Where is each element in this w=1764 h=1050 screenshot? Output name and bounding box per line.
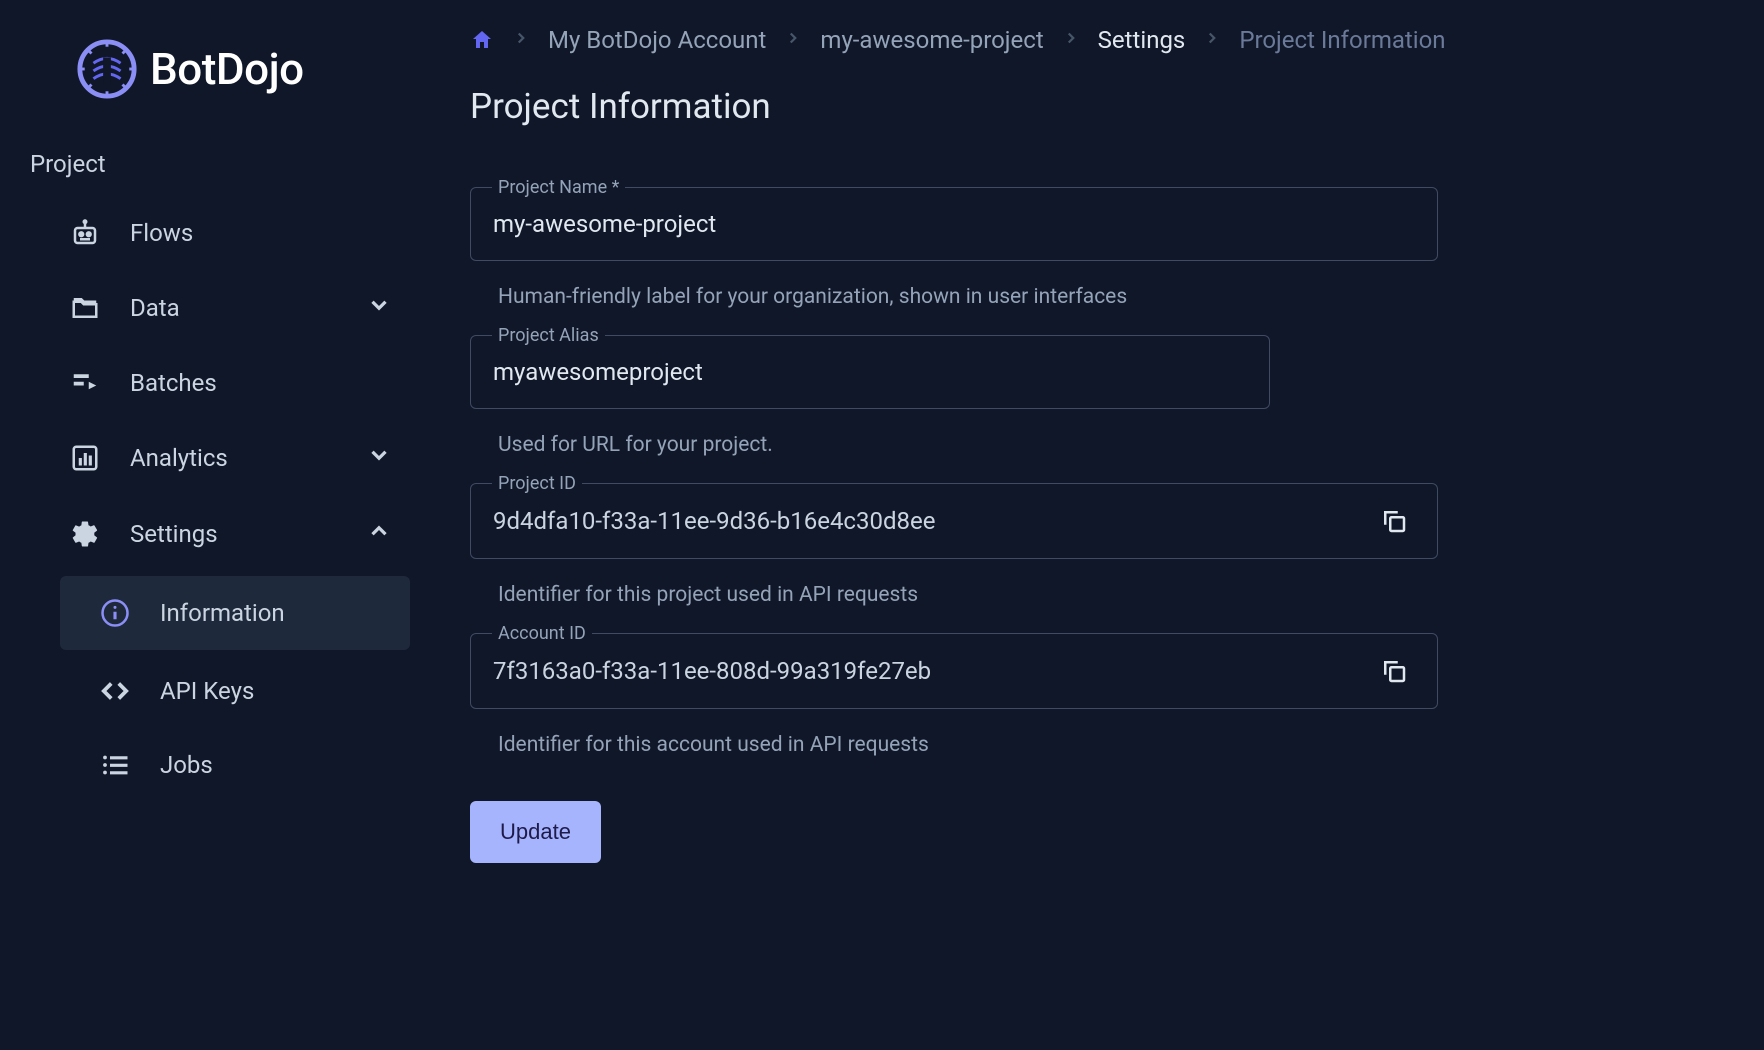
sidebar-section-project: Project <box>0 140 470 196</box>
chevron-right-icon <box>784 28 802 52</box>
copy-account-id-button[interactable] <box>1373 656 1415 686</box>
breadcrumb-home[interactable] <box>470 28 494 52</box>
breadcrumb-project[interactable]: my-awesome-project <box>820 26 1043 54</box>
batches-icon <box>70 368 100 398</box>
sidebar-item-analytics[interactable]: Analytics <box>0 420 470 496</box>
account-id-help: Identifier for this account used in API … <box>470 719 1734 783</box>
project-alias-label: Project Alias <box>492 325 605 346</box>
chevron-up-icon <box>366 518 392 550</box>
copy-project-id-button[interactable] <box>1373 506 1415 536</box>
main-content: My BotDojo Account my-awesome-project Se… <box>470 0 1764 1050</box>
sidebar-item-label: Analytics <box>130 444 336 472</box>
copy-icon <box>1379 506 1409 536</box>
sidebar-subitem-api-keys[interactable]: API Keys <box>0 654 470 728</box>
sidebar-subitem-jobs[interactable]: Jobs <box>0 728 470 802</box>
sidebar-subitem-information[interactable]: Information <box>60 576 410 650</box>
project-name-group: Project Name * <box>470 187 1438 261</box>
chevron-right-icon <box>1203 28 1221 52</box>
project-name-help: Human-friendly label for your organizati… <box>470 271 1734 335</box>
chevron-down-icon <box>366 442 392 474</box>
brand-name: BotDojo <box>150 43 304 95</box>
sidebar-subitem-label: API Keys <box>160 677 254 705</box>
copy-icon <box>1379 656 1409 686</box>
sidebar-item-data[interactable]: Data <box>0 270 470 346</box>
project-id-group: Project ID 9d4dfa10-f33a-11ee-9d36-b16e4… <box>470 483 1438 559</box>
breadcrumb: My BotDojo Account my-awesome-project Se… <box>470 20 1734 86</box>
account-id-label: Account ID <box>492 623 592 644</box>
project-alias-group: Project Alias <box>470 335 1270 409</box>
project-id-label: Project ID <box>492 473 582 494</box>
sidebar-item-label: Flows <box>130 219 440 247</box>
sidebar-subitem-label: Jobs <box>160 751 213 779</box>
page-title: Project Information <box>470 86 1734 127</box>
folder-icon <box>70 293 100 323</box>
sidebar-item-settings[interactable]: Settings <box>0 496 470 572</box>
update-button[interactable]: Update <box>470 801 601 863</box>
sidebar-item-flows[interactable]: Flows <box>0 196 470 270</box>
chevron-down-icon <box>366 292 392 324</box>
account-id-group: Account ID 7f3163a0-f33a-11ee-808d-99a31… <box>470 633 1438 709</box>
sidebar-item-label: Settings <box>130 520 336 548</box>
analytics-icon <box>70 443 100 473</box>
account-id-value: 7f3163a0-f33a-11ee-808d-99a319fe27eb <box>493 657 1361 685</box>
project-name-label: Project Name * <box>492 177 625 198</box>
breadcrumb-current: Project Information <box>1239 26 1445 54</box>
info-icon <box>100 598 130 628</box>
breadcrumb-settings[interactable]: Settings <box>1098 26 1186 54</box>
sidebar-item-batches[interactable]: Batches <box>0 346 470 420</box>
home-icon <box>470 28 494 52</box>
project-id-help: Identifier for this project used in API … <box>470 569 1734 633</box>
project-alias-input[interactable] <box>493 358 1247 386</box>
list-icon <box>100 750 130 780</box>
chevron-right-icon <box>512 28 530 52</box>
project-id-value: 9d4dfa10-f33a-11ee-9d36-b16e4c30d8ee <box>493 507 1361 535</box>
project-alias-help: Used for URL for your project. <box>470 419 1734 483</box>
sidebar-item-label: Batches <box>130 369 440 397</box>
botdojo-logo-icon <box>76 38 138 100</box>
logo[interactable]: BotDojo <box>0 20 470 140</box>
robot-icon <box>70 218 100 248</box>
sidebar: BotDojo Project Flows Data <box>0 0 470 1050</box>
code-icon <box>100 676 130 706</box>
gear-icon <box>70 519 100 549</box>
project-name-input[interactable] <box>493 210 1415 238</box>
sidebar-subitem-label: Information <box>160 599 285 627</box>
sidebar-item-label: Data <box>130 294 336 322</box>
chevron-right-icon <box>1062 28 1080 52</box>
breadcrumb-account[interactable]: My BotDojo Account <box>548 26 766 54</box>
